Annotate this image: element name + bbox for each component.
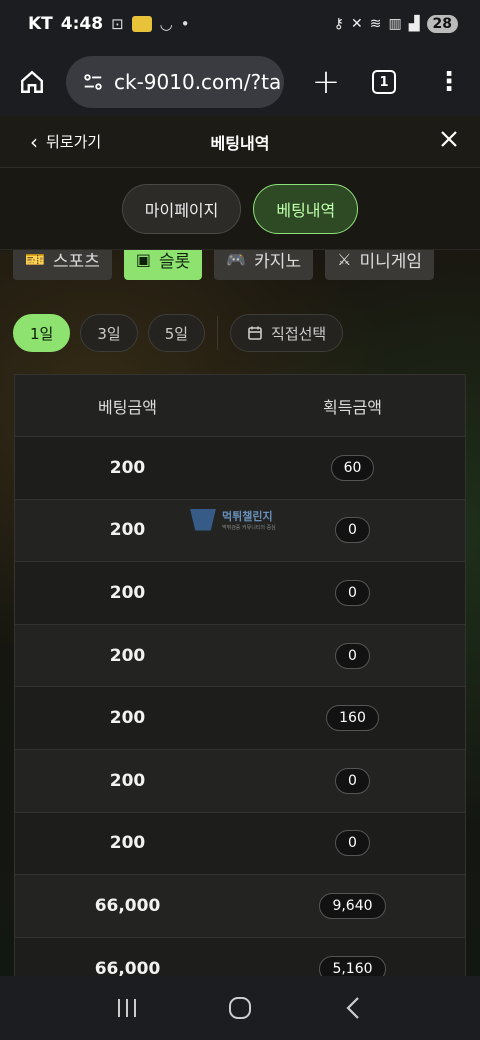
recents-icon bbox=[117, 999, 136, 1017]
calendar-icon bbox=[248, 326, 262, 340]
table-row[interactable]: 200 0 bbox=[15, 624, 465, 688]
category-label: 카지노 bbox=[254, 251, 302, 272]
clock: 4:48 bbox=[60, 14, 104, 34]
recent-apps-button[interactable] bbox=[97, 988, 157, 1028]
close-button[interactable] bbox=[440, 129, 458, 154]
main-tab-bar: 마이페이지 베팅내역 bbox=[0, 168, 480, 250]
system-nav-bar bbox=[0, 976, 480, 1040]
header-bet-amount: 베팅금액 bbox=[98, 397, 157, 417]
table-row[interactable]: 200 0 bbox=[15, 562, 465, 625]
swords-icon: ⚔ bbox=[337, 249, 352, 269]
battery-indicator: 28 bbox=[426, 15, 458, 33]
custom-period-label: 직접선택 bbox=[271, 324, 327, 343]
bowl-icon: ◡ bbox=[159, 15, 173, 33]
ticket-icon: 🎫 bbox=[25, 249, 45, 269]
won-amount-badge: 0 bbox=[335, 767, 370, 794]
custom-period-button[interactable]: 직접선택 bbox=[230, 314, 344, 352]
won-amount-badge: 0 bbox=[335, 517, 370, 544]
key-icon: ⚷ bbox=[333, 16, 345, 32]
table-header: 베팅금액 획득금액 bbox=[15, 375, 465, 437]
divider bbox=[217, 316, 219, 350]
tab-mypage[interactable]: 마이페이지 bbox=[121, 183, 242, 234]
chevron-left-icon: ‹ bbox=[30, 129, 38, 154]
won-amount-badge: 9,640 bbox=[319, 892, 386, 919]
site-settings-icon[interactable] bbox=[82, 71, 104, 93]
bet-amount: 66,000 bbox=[94, 958, 161, 976]
won-amount-badge: 160 bbox=[326, 705, 379, 732]
shield-logo-icon bbox=[190, 508, 216, 531]
category-label: 슬롯 bbox=[158, 251, 191, 272]
notification-dot: • bbox=[180, 15, 190, 33]
carrier-label: KT bbox=[28, 14, 53, 34]
browser-toolbar: ck-9010.com/?ta + 1 ⋮ bbox=[0, 48, 480, 116]
table-row[interactable]: 200 160 bbox=[15, 687, 465, 750]
home-button[interactable] bbox=[12, 62, 52, 102]
app-notification-icon bbox=[131, 16, 152, 32]
table-row[interactable]: 200 0 bbox=[15, 812, 465, 876]
tab-switcher-button[interactable]: 1 bbox=[372, 70, 396, 94]
back-icon bbox=[346, 997, 360, 1019]
tab-betting-history[interactable]: 베팅내역 bbox=[253, 183, 359, 234]
browser-menu-button[interactable]: ⋮ bbox=[436, 69, 462, 95]
table-row[interactable]: 66,000 9,640 bbox=[15, 875, 465, 938]
period-filter: 1일 3일 5일 직접선택 bbox=[13, 314, 344, 352]
bet-amount: 200 bbox=[109, 582, 146, 603]
won-amount-badge: 0 bbox=[335, 579, 370, 606]
home-nav-button[interactable] bbox=[210, 988, 270, 1028]
slot-icon: ▣ bbox=[135, 249, 151, 269]
watermark-subtitle: 먹튀검증 커뮤니티의 중심 bbox=[222, 525, 276, 531]
period-5days[interactable]: 5일 bbox=[147, 314, 206, 352]
header-won-amount: 획득금액 bbox=[323, 397, 382, 417]
bet-amount: 66,000 bbox=[94, 895, 161, 916]
back-nav-button[interactable] bbox=[323, 988, 383, 1028]
wifi-icon: ≋ bbox=[369, 16, 382, 32]
category-label: 스포츠 bbox=[52, 251, 100, 272]
back-label: 뒤로가기 bbox=[46, 133, 102, 151]
period-3days[interactable]: 3일 bbox=[80, 314, 138, 352]
won-amount-badge: 0 bbox=[335, 830, 370, 857]
gamepad-icon: 🎮 bbox=[226, 249, 247, 269]
page-header: ‹ 뒤로가기 베팅내역 bbox=[0, 116, 480, 168]
bet-amount: 200 bbox=[109, 770, 146, 791]
home-icon bbox=[21, 70, 43, 93]
screenshot-icon: ⊡ bbox=[111, 15, 124, 33]
page-content: 마이페이지 베팅내역 🎫 스포츠 ▣ 슬롯 🎮 카지노 ⚔ 미니게임 1일 3일… bbox=[0, 168, 480, 976]
category-label: 미니게임 bbox=[359, 251, 422, 272]
won-amount-badge: 5,160 bbox=[319, 955, 386, 976]
signal-icon: ▟ bbox=[408, 16, 420, 32]
status-bar: KT 4:48 ⊡ ◡ • ⚷ ✕ ≋ ▥ ▟ 28 bbox=[0, 0, 480, 48]
bet-amount: 200 bbox=[109, 457, 146, 478]
table-row[interactable]: 200 0 bbox=[15, 749, 465, 813]
watermark-title: 먹튀챌린지 bbox=[222, 510, 273, 523]
table-row[interactable]: 66,000 5,160 bbox=[15, 937, 465, 976]
new-tab-button[interactable]: + bbox=[306, 62, 346, 102]
betting-table: 베팅금액 획득금액 200 60 200 0 200 0 200 0 200 1… bbox=[14, 374, 466, 976]
close-icon bbox=[441, 131, 457, 147]
period-1day[interactable]: 1일 bbox=[13, 314, 71, 352]
bet-amount: 200 bbox=[109, 833, 146, 854]
address-bar[interactable]: ck-9010.com/?ta bbox=[66, 56, 284, 108]
bet-amount: 200 bbox=[109, 645, 146, 666]
hd-icon: ▥ bbox=[388, 16, 402, 32]
table-row[interactable]: 200 60 bbox=[15, 437, 465, 500]
watermark-logo: 먹튀챌린지 먹튀검증 커뮤니티의 중심 bbox=[190, 508, 276, 531]
mute-icon: ✕ bbox=[351, 16, 363, 32]
url-text: ck-9010.com/?ta bbox=[114, 70, 282, 94]
bet-amount: 200 bbox=[109, 708, 146, 729]
back-button[interactable]: ‹ 뒤로가기 bbox=[30, 131, 101, 152]
won-amount-badge: 60 bbox=[330, 454, 375, 481]
won-amount-badge: 0 bbox=[335, 642, 370, 669]
home-circle-icon bbox=[228, 997, 251, 1019]
